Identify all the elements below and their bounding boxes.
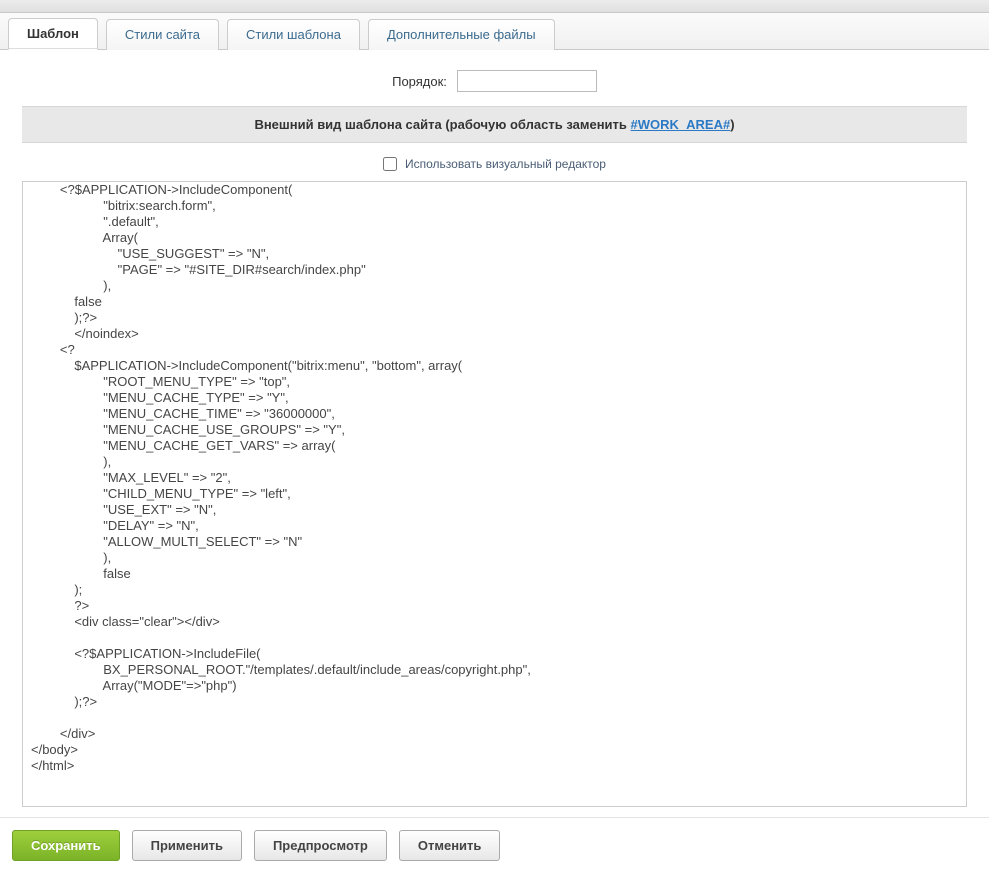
window-topbar — [0, 0, 989, 13]
section-header-suffix: ) — [730, 117, 734, 132]
section-header-text: Внешний вид шаблона сайта (рабочую облас… — [254, 117, 630, 132]
save-button[interactable]: Сохранить — [12, 830, 120, 861]
tab-template-styles[interactable]: Стили шаблона — [227, 19, 360, 50]
order-row: Порядок: — [0, 62, 989, 106]
apply-button[interactable]: Применить — [132, 830, 242, 861]
visual-editor-row: Использовать визуальный редактор — [0, 143, 989, 181]
code-editor[interactable]: <?$APPLICATION->IncludeComponent( "bitri… — [22, 181, 967, 807]
code-content[interactable]: <?$APPLICATION->IncludeComponent( "bitri… — [23, 182, 966, 774]
tab-template[interactable]: Шаблон — [8, 18, 98, 50]
tab-site-styles[interactable]: Стили сайта — [106, 19, 219, 50]
cancel-button[interactable]: Отменить — [399, 830, 501, 861]
form-area: Порядок: Внешний вид шаблона сайта (рабо… — [0, 50, 989, 807]
order-input[interactable] — [457, 70, 597, 92]
visual-editor-checkbox[interactable] — [383, 157, 397, 171]
visual-editor-label: Использовать визуальный редактор — [405, 157, 606, 171]
tab-bar: Шаблон Стили сайта Стили шаблона Дополни… — [0, 13, 989, 50]
preview-button[interactable]: Предпросмотр — [254, 830, 387, 861]
work-area-link[interactable]: #WORK_AREA# — [631, 117, 731, 132]
order-label: Порядок: — [392, 74, 447, 89]
footer-buttons: Сохранить Применить Предпросмотр Отменит… — [0, 817, 989, 879]
tab-additional-files[interactable]: Дополнительные файлы — [368, 19, 555, 50]
section-header: Внешний вид шаблона сайта (рабочую облас… — [22, 106, 967, 143]
